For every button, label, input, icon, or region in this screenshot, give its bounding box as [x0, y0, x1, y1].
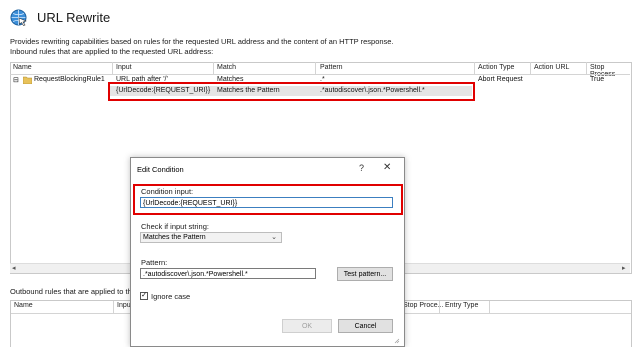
condition-input-field[interactable]: {UrlDecode:{REQUEST_URI}} — [140, 197, 393, 208]
url-rewrite-icon — [10, 9, 27, 26]
page-title: URL Rewrite — [37, 10, 111, 25]
scroll-right-icon[interactable]: ▸ — [622, 264, 626, 272]
rule-action-type: Abort Request — [478, 76, 523, 83]
pattern-label: Pattern: — [141, 258, 168, 267]
page-description: Provides rewriting capabilities based on… — [10, 37, 394, 46]
rule-stop-processing: True — [590, 76, 605, 83]
out-col-name[interactable]: Name — [14, 302, 33, 309]
ok-button[interactable]: OK — [282, 319, 332, 333]
test-pattern-button[interactable]: Test pattern... — [337, 267, 393, 281]
cancel-button[interactable]: Cancel — [338, 319, 393, 333]
outbound-label: Outbound rules that are applied to the h — [10, 287, 143, 296]
check-input-label: Check if input string: — [141, 222, 209, 231]
ignore-case-label: Ignore case — [151, 292, 191, 301]
out-col-entry-type[interactable]: Entry Type — [445, 302, 478, 309]
resize-grip-icon[interactable] — [394, 337, 400, 344]
col-pattern[interactable]: Pattern — [320, 64, 343, 71]
col-name[interactable]: Name — [13, 64, 32, 71]
help-icon[interactable]: ? — [359, 163, 364, 173]
pattern-field[interactable]: .*autodiscover\.json.*Powershell.* — [140, 268, 316, 279]
edit-condition-dialog: Edit Condition ? ✕ Condition input: {Url… — [130, 157, 405, 347]
col-input[interactable]: Input — [116, 64, 132, 71]
chevron-down-icon: ⌄ — [271, 234, 277, 241]
match-type-select[interactable]: Matches the Pattern ⌄ — [140, 232, 282, 243]
rule-name: RequestBlockingRule1 — [34, 76, 105, 83]
out-col-stop-processing[interactable]: Stop Proce... — [403, 302, 443, 309]
inbound-label: Inbound rules that are applied to the re… — [10, 47, 214, 56]
highlight-box-condition-row — [108, 82, 475, 101]
col-action-url[interactable]: Action URL — [534, 64, 569, 71]
col-action-type[interactable]: Action Type — [478, 64, 514, 71]
scroll-left-icon[interactable]: ◂ — [12, 264, 16, 272]
condition-input-label: Condition input: — [141, 187, 194, 196]
match-type-value: Matches the Pattern — [143, 234, 206, 241]
col-match[interactable]: Match — [217, 64, 236, 71]
inbound-grid-header: Name Input Match Pattern Action Type Act… — [10, 62, 630, 78]
expand-collapse-icon[interactable]: ⊟ — [13, 76, 19, 84]
close-icon[interactable]: ✕ — [383, 162, 391, 173]
ignore-case-checkbox[interactable]: ✓ — [140, 292, 148, 300]
folder-icon — [22, 76, 33, 86]
dialog-title: Edit Condition — [137, 165, 184, 174]
